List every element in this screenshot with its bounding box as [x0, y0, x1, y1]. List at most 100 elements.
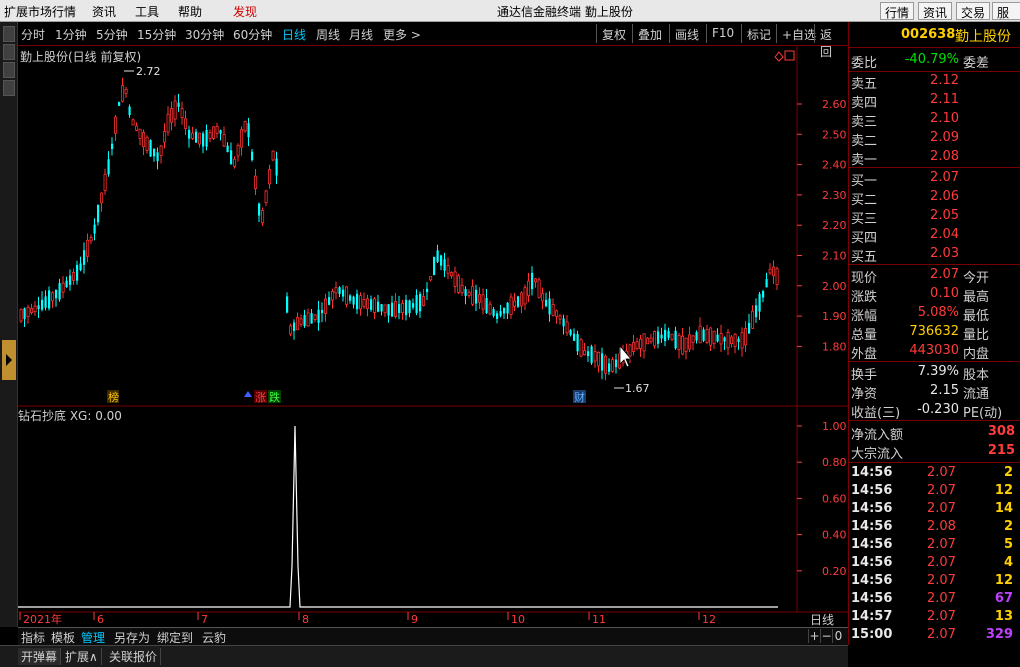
- btn-overlay[interactable]: 叠加: [632, 24, 667, 43]
- period-timeshare[interactable]: 分时: [21, 26, 45, 43]
- zoom-out-button[interactable]: −: [820, 629, 832, 643]
- candle-body: [258, 203, 261, 216]
- candle-body: [653, 331, 657, 347]
- date-label: 2021年: [23, 612, 62, 626]
- menu-tools[interactable]: 工具: [135, 3, 159, 20]
- candle-body: [744, 328, 748, 346]
- svg-text:涨: 涨: [255, 391, 266, 404]
- btn-expand[interactable]: 扩展∧: [62, 648, 102, 665]
- btn-indicator[interactable]: 指标: [21, 629, 45, 646]
- stat-row: 现价 2.07 今开: [849, 266, 1020, 286]
- candle-body: [286, 296, 289, 313]
- candle-body: [128, 106, 131, 116]
- btn-back[interactable]: 返回: [814, 24, 848, 59]
- diamond-icon[interactable]: [774, 51, 784, 62]
- period-monthly[interactable]: 月线: [349, 26, 373, 43]
- period-30min[interactable]: 30分钟: [185, 26, 224, 43]
- candle-body: [765, 279, 768, 288]
- btn-adjust[interactable]: 复权: [596, 24, 631, 43]
- tick-time: 14:56: [851, 573, 893, 588]
- candle-body: [576, 333, 579, 352]
- menu-help[interactable]: 帮助: [178, 3, 202, 20]
- event-tag-finance[interactable]: 财: [573, 390, 586, 404]
- stat-row: 净资 2.15 流通: [849, 382, 1020, 402]
- strip-tab[interactable]: [3, 26, 15, 42]
- period-daily[interactable]: 日线: [282, 26, 306, 43]
- strip-tab[interactable]: [3, 62, 15, 78]
- btn-mark[interactable]: 标记: [741, 24, 776, 43]
- candle-body: [26, 306, 30, 318]
- candle-body: [433, 256, 436, 276]
- btn-draw[interactable]: 画线: [669, 24, 704, 43]
- tick-row[interactable]: 14:57 2.07 13: [849, 609, 1020, 627]
- candle-body: [226, 145, 229, 153]
- tick-volume: 5: [1003, 537, 1013, 552]
- candle-body: [677, 334, 681, 350]
- btn-cloud-leopard[interactable]: 云豹: [202, 629, 226, 646]
- strip-tab[interactable]: [3, 44, 15, 60]
- high-marker-text: 2.72: [136, 65, 161, 78]
- strip-tab[interactable]: [3, 80, 15, 96]
- flow-label: 大宗流入: [851, 447, 904, 462]
- bid-row-value: 2.05: [930, 208, 959, 223]
- menu-extended-market[interactable]: 扩展市场行情: [4, 3, 76, 20]
- chart-canvas[interactable]: 2.60 2.50 2.40 2.30 2.20 2.10 2.00 1.90 1.80 1.0…: [18, 46, 848, 627]
- period-60min[interactable]: 60分钟: [233, 26, 272, 43]
- kline-chart[interactable]: 2.60 2.50 2.40 2.30 2.20 2.10 2.00 1.90 1.80 1.0…: [18, 46, 848, 627]
- btn-save-as[interactable]: 另存为: [114, 629, 150, 646]
- zoom-in-button[interactable]: +: [808, 629, 820, 643]
- candle-body: [19, 309, 23, 322]
- tick-volume: 2: [1003, 465, 1013, 480]
- tick-row[interactable]: 14:56 2.07 14: [849, 501, 1020, 519]
- svg-text:榜: 榜: [108, 390, 119, 404]
- candle-body: [177, 102, 180, 107]
- candle-body: [611, 359, 615, 372]
- period-more[interactable]: 更多 >: [383, 26, 421, 43]
- tick-row[interactable]: 14:56 2.07 12: [849, 573, 1020, 591]
- tick-row[interactable]: 14:56 2.08 2: [849, 519, 1020, 537]
- btn-quote[interactable]: 行情: [880, 2, 915, 20]
- stat-row-value: 2.07: [930, 267, 959, 282]
- candle-body: [321, 310, 324, 314]
- expand-arrow-icon[interactable]: [2, 340, 16, 380]
- candle-body: [111, 143, 114, 150]
- period-5min[interactable]: 5分钟: [96, 26, 128, 43]
- candle-body: [65, 280, 68, 288]
- btn-service[interactable]: 服务: [992, 2, 1020, 20]
- candle-body: [313, 314, 317, 320]
- tick-row[interactable]: 14:56 2.07 4: [849, 555, 1020, 573]
- tick-row[interactable]: 14:56 2.07 2: [849, 465, 1020, 483]
- btn-related-quote[interactable]: 关联报价: [106, 648, 162, 665]
- ind-label: 0.20: [822, 565, 847, 578]
- candle-body: [517, 296, 520, 307]
- tick-row[interactable]: 14:56 2.07 67: [849, 591, 1020, 609]
- candle-body: [48, 290, 51, 309]
- stat-row-label2: 最高: [963, 290, 990, 305]
- btn-trade[interactable]: 交易: [956, 2, 991, 20]
- candle-body: [499, 311, 502, 316]
- period-15min[interactable]: 15分钟: [137, 26, 176, 43]
- window-icon[interactable]: [784, 50, 795, 61]
- tick-row[interactable]: 14:56 2.07 5: [849, 537, 1020, 555]
- candle-body: [579, 339, 583, 357]
- btn-manage[interactable]: 管理: [81, 629, 105, 646]
- candle-body: [545, 299, 548, 307]
- tick-row[interactable]: 14:56 2.07 12: [849, 483, 1020, 501]
- candle-body: [135, 125, 139, 131]
- period-1min[interactable]: 1分钟: [55, 26, 87, 43]
- event-tag-limit[interactable]: 涨 跌: [244, 390, 281, 404]
- candle-body: [359, 295, 363, 310]
- btn-info[interactable]: 资讯: [918, 2, 953, 20]
- candle-body: [124, 89, 128, 94]
- event-tag-rank[interactable]: 榜: [107, 390, 119, 404]
- btn-template[interactable]: 模板: [51, 629, 75, 646]
- menu-news[interactable]: 资讯: [92, 3, 116, 20]
- menu-discover[interactable]: 发现: [233, 3, 257, 20]
- btn-f10[interactable]: F10: [706, 24, 739, 43]
- candle-body: [755, 305, 758, 318]
- candle-body: [748, 322, 751, 334]
- btn-danmaku[interactable]: 开弹幕: [18, 648, 62, 665]
- period-weekly[interactable]: 周线: [316, 26, 340, 43]
- zoom-reset-button[interactable]: 0: [832, 629, 844, 643]
- btn-bind-to[interactable]: 绑定到: [157, 629, 193, 646]
